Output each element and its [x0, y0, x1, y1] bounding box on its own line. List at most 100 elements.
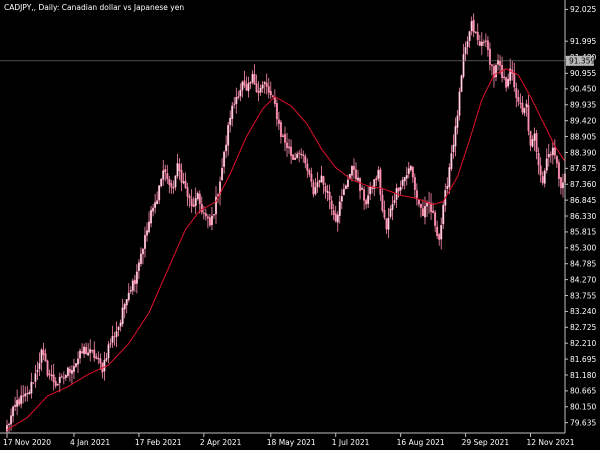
- candle-body: [267, 86, 270, 93]
- x-tick-label: 29 Sep 2021: [462, 438, 510, 447]
- candle-body: [239, 90, 242, 97]
- candle-body: [40, 349, 43, 363]
- candle-body: [75, 363, 77, 367]
- candle-body: [491, 64, 493, 66]
- candle-body: [464, 47, 467, 55]
- candle-body: [411, 167, 414, 178]
- candle-body: [452, 144, 455, 153]
- y-tick-label: 86.845: [570, 196, 596, 205]
- candle-body: [115, 331, 118, 337]
- candle-body: [186, 187, 189, 197]
- candle-body: [336, 214, 339, 223]
- candle: [160, 178, 163, 188]
- current-price-label: 91.359: [569, 57, 595, 66]
- candle-body: [369, 185, 372, 195]
- candle-body: [438, 234, 441, 240]
- candle-body: [306, 163, 309, 171]
- candle-body: [141, 248, 144, 255]
- candle-body: [357, 177, 359, 181]
- candle-body: [456, 115, 459, 128]
- candle-body: [539, 165, 542, 176]
- candle-body: [148, 221, 150, 233]
- candle-body: [111, 336, 114, 343]
- y-tick-label: 85.815: [570, 228, 596, 237]
- candle-body: [330, 200, 333, 210]
- candle-body: [304, 156, 307, 164]
- candle-body: [472, 19, 475, 33]
- y-tick-label: 80.665: [570, 387, 596, 396]
- candle-body: [294, 157, 297, 160]
- candle-body: [99, 358, 102, 364]
- candle-body: [476, 32, 479, 41]
- candle-body: [557, 162, 560, 179]
- candle-body: [44, 353, 47, 362]
- candle-body: [68, 368, 71, 373]
- candle-body: [166, 173, 169, 180]
- y-tick-label: 91.995: [570, 37, 596, 46]
- candle-body: [66, 367, 69, 377]
- candle-body: [413, 177, 416, 190]
- candle-body: [150, 209, 153, 224]
- candle-body: [545, 158, 548, 171]
- candle-body: [482, 41, 485, 43]
- candle-body: [440, 225, 443, 240]
- candle-body: [56, 383, 59, 386]
- y-tick-label: 88.390: [570, 148, 596, 157]
- candle-body: [450, 153, 453, 170]
- y-tick-label: 89.935: [570, 101, 596, 110]
- candle-body: [488, 48, 491, 65]
- candle-body: [559, 177, 562, 189]
- candle-body: [401, 179, 404, 186]
- candle-body: [503, 76, 506, 78]
- x-tick-label: 17 Nov 2020: [3, 438, 51, 447]
- candle-body: [515, 88, 518, 98]
- candle-body: [375, 178, 378, 181]
- candle-body: [326, 190, 329, 193]
- chart-title: CADJPY,, Daily: Canadian dollar vs Japan…: [4, 3, 184, 12]
- candle-body: [144, 235, 146, 249]
- candle-body: [123, 303, 126, 310]
- candle-body: [300, 153, 303, 155]
- candle-body: [160, 178, 163, 187]
- candle-body: [436, 226, 439, 236]
- candle-body: [533, 133, 536, 141]
- candle-body: [127, 292, 130, 301]
- candle-body: [139, 253, 142, 264]
- candle-body: [288, 146, 290, 149]
- candle-body: [131, 280, 134, 291]
- candle-body: [263, 82, 266, 84]
- candle-body: [417, 199, 420, 205]
- candle-body: [553, 147, 556, 156]
- candle-body: [188, 195, 191, 199]
- candle-body: [432, 210, 435, 213]
- x-tick-label: 16 Aug 2021: [397, 438, 445, 447]
- candle-body: [527, 104, 530, 131]
- candle-body: [174, 175, 177, 188]
- candle-body: [422, 208, 424, 217]
- x-tick-label: 2 Apr 2021: [200, 438, 242, 447]
- candle-body: [442, 204, 445, 225]
- y-tick-label: 79.635: [570, 418, 596, 427]
- candle-body: [454, 126, 457, 147]
- candle-body: [77, 358, 79, 365]
- candle-body: [381, 194, 384, 211]
- candle-body: [324, 186, 327, 192]
- candle-body: [129, 290, 132, 292]
- candle-body: [26, 393, 29, 395]
- candle-body: [54, 380, 57, 387]
- candle-body: [383, 209, 386, 218]
- candle-body: [182, 181, 185, 184]
- candle-body: [50, 374, 53, 377]
- candle-body: [446, 185, 449, 189]
- candle-body: [156, 200, 159, 205]
- candle-body: [271, 95, 274, 97]
- candle-body: [517, 97, 520, 102]
- candle-body: [353, 166, 355, 170]
- y-tick-label: 86.330: [570, 212, 596, 221]
- candle-body: [322, 176, 325, 185]
- candle-body: [200, 203, 203, 213]
- candle-body: [158, 185, 161, 201]
- candle-body: [389, 208, 392, 217]
- candle-body: [505, 77, 508, 88]
- candle-body: [531, 139, 534, 147]
